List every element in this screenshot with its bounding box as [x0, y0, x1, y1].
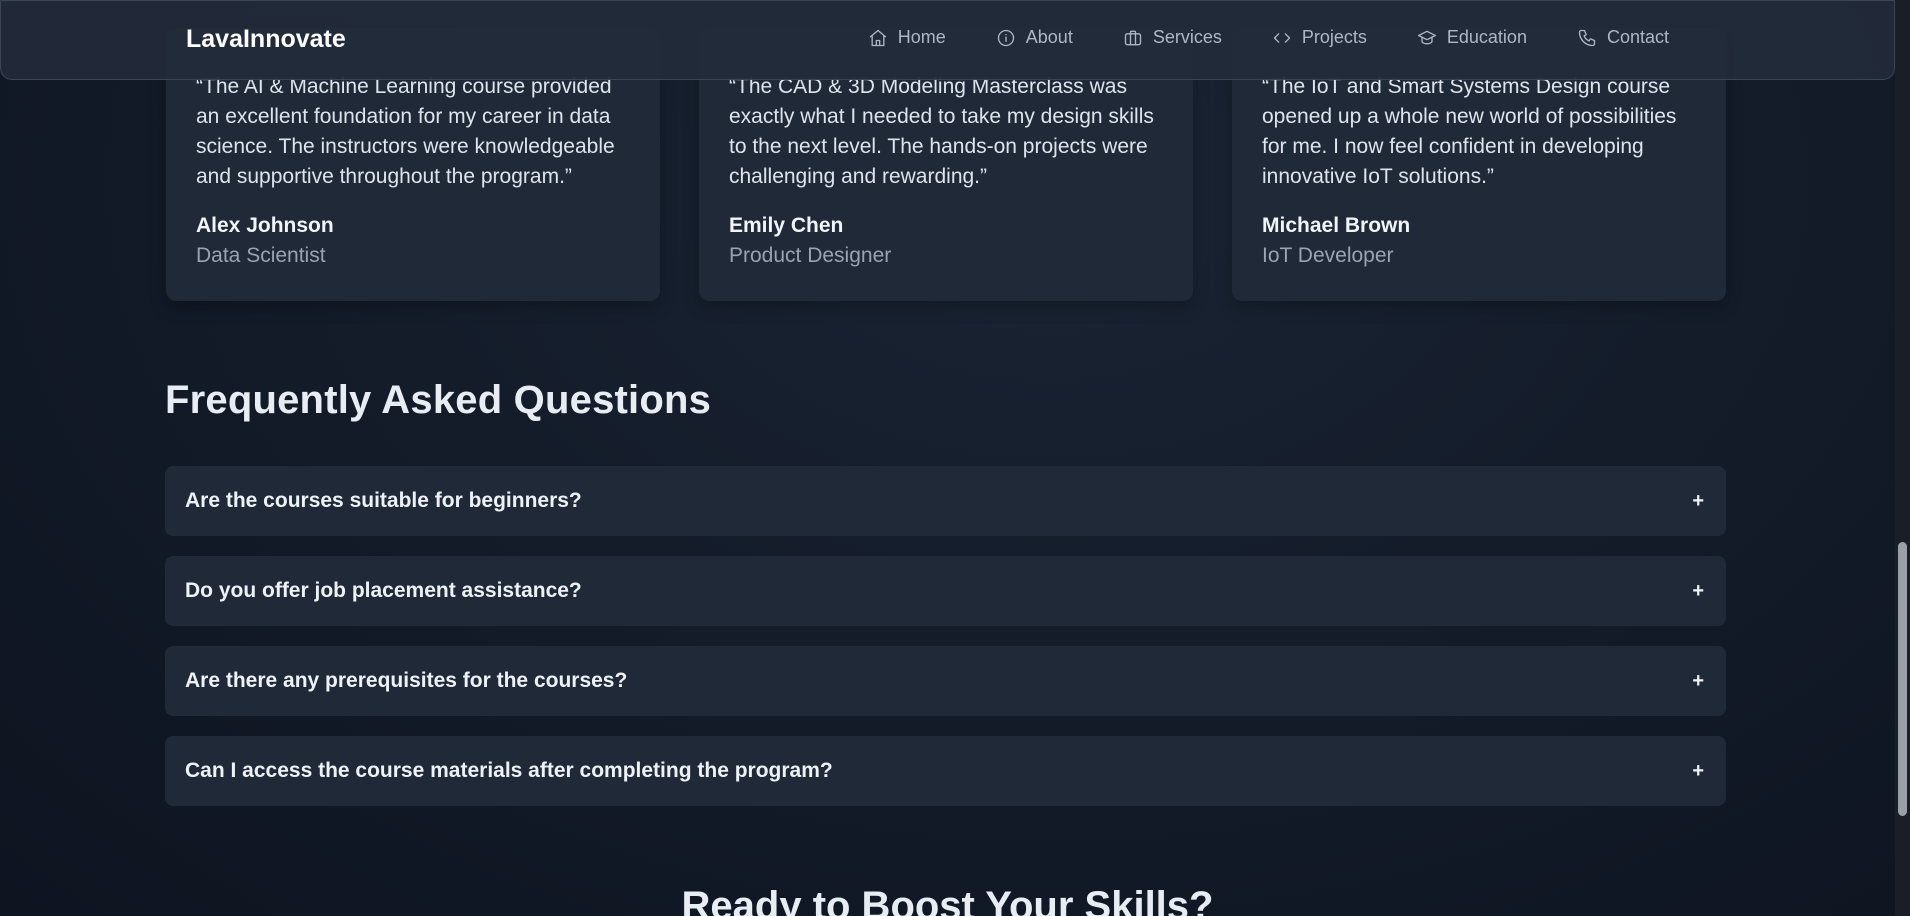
faq-question: Are the courses suitable for beginners? [185, 489, 582, 512]
brand-logo[interactable]: LavaInnovate [186, 25, 346, 54]
nav-link-projects[interactable]: Projects [1272, 27, 1367, 48]
expand-plus-icon[interactable]: + [1692, 490, 1704, 513]
nav-link-label: Home [897, 27, 946, 47]
code-icon [1273, 32, 1291, 43]
faq-item[interactable]: Are there any prerequisites for the cour… [165, 646, 1726, 716]
nav-link-about[interactable]: About [996, 27, 1073, 48]
testimonial-role: Data Scientist [196, 244, 326, 267]
nav-link-education[interactable]: Education [1417, 27, 1527, 48]
testimonial-role: Product Designer [729, 244, 892, 267]
nav-link-label: Projects [1301, 27, 1367, 47]
nav-link-label: Services [1152, 27, 1222, 47]
faq-question: Can I access the course materials after … [185, 759, 833, 782]
expand-plus-icon[interactable]: + [1692, 580, 1704, 603]
faq-item[interactable]: Do you offer job placement assistance? + [165, 556, 1726, 626]
briefcase-icon [1124, 30, 1141, 45]
testimonial-quote: “The CAD & 3D Modeling Masterclass was e… [729, 75, 1154, 188]
scrollbar-thumb[interactable] [1898, 542, 1907, 816]
faq-item[interactable]: Are the courses suitable for beginners? … [165, 466, 1726, 536]
expand-plus-icon[interactable]: + [1692, 670, 1704, 693]
nav-link-contact[interactable]: Contact [1577, 27, 1669, 48]
page-viewport: “The AI & Machine Learning course provid… [0, 0, 1895, 916]
nav-link-label: Education [1446, 27, 1527, 47]
faq-item[interactable]: Can I access the course materials after … [165, 736, 1726, 806]
testimonial-quote: “The IoT and Smart Systems Design course… [1262, 75, 1677, 188]
phone-icon [1578, 29, 1596, 46]
nav-link-services[interactable]: Services [1123, 27, 1222, 48]
info-icon [997, 29, 1014, 46]
testimonial-role: IoT Developer [1262, 244, 1394, 267]
top-navbar: LavaInnovate Home About Services Project… [0, 0, 1895, 80]
nav-link-home[interactable]: Home [868, 27, 946, 48]
faq-question: Are there any prerequisites for the cour… [185, 669, 628, 692]
home-icon [869, 29, 886, 46]
nav-links: Home About Services Projects Education C… [868, 27, 1669, 48]
faq-heading: Frequently Asked Questions [165, 378, 712, 422]
testimonial-author: Emily Chen [729, 214, 844, 237]
vertical-scrollbar[interactable] [1895, 0, 1910, 916]
faq-question: Do you offer job placement assistance? [185, 579, 582, 602]
cta-heading: Ready to Boost Your Skills? [681, 884, 1214, 916]
nav-link-label: Contact [1606, 27, 1669, 47]
expand-plus-icon[interactable]: + [1692, 760, 1704, 783]
nav-link-label: About [1025, 27, 1073, 47]
testimonial-quote: “The AI & Machine Learning course provid… [196, 75, 615, 188]
testimonial-author: Alex Johnson [196, 214, 334, 237]
testimonial-author: Michael Brown [1262, 214, 1411, 237]
graduation-cap-icon [1417, 30, 1436, 44]
